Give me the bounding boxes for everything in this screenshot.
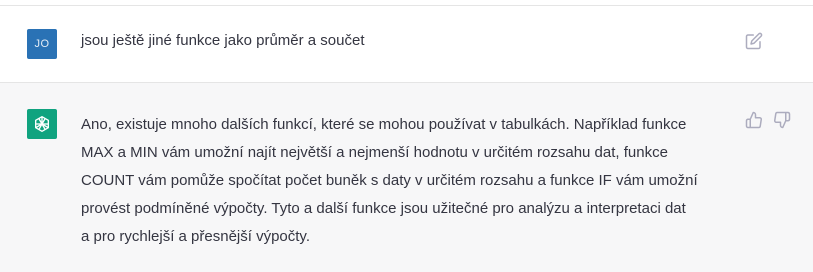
assistant-message-line: MAX a MIN vám umožní najít největší a ne… [81, 144, 668, 161]
assistant-message-text: Ano, existuje mnoho dalších funkcí, kter… [81, 111, 741, 251]
assistant-message-line: COUNT vám pomůže spočítat počet buněk s … [81, 172, 698, 189]
edit-message-button[interactable] [745, 32, 763, 50]
assistant-avatar [27, 109, 57, 139]
edit-icon [745, 32, 763, 50]
assistant-message-line: Ano, existuje mnoho dalších funkcí, kter… [81, 116, 687, 133]
user-avatar-initials: JO [34, 38, 50, 50]
chat-thread: JO jsou ještě jiné funkce jako průměr a … [0, 0, 813, 272]
assistant-message-line: a pro rychlejší a přesnější výpočty. [81, 228, 310, 245]
thumbs-up-button[interactable] [745, 111, 763, 129]
thumbs-up-icon [745, 111, 762, 129]
user-message-text: jsou ještě jiné funkce jako průměr a sou… [81, 32, 365, 49]
assistant-message-row: Ano, existuje mnoho dalších funkcí, kter… [0, 83, 813, 272]
assistant-message-line: provést podmíněné výpočty. Tyto a další … [81, 200, 686, 217]
thumbs-down-button[interactable] [773, 111, 791, 129]
thumbs-down-icon [774, 111, 791, 129]
openai-logo-icon [35, 116, 49, 132]
user-message-row: JO jsou ještě jiné funkce jako průměr a … [0, 6, 813, 83]
user-avatar: JO [27, 29, 57, 59]
